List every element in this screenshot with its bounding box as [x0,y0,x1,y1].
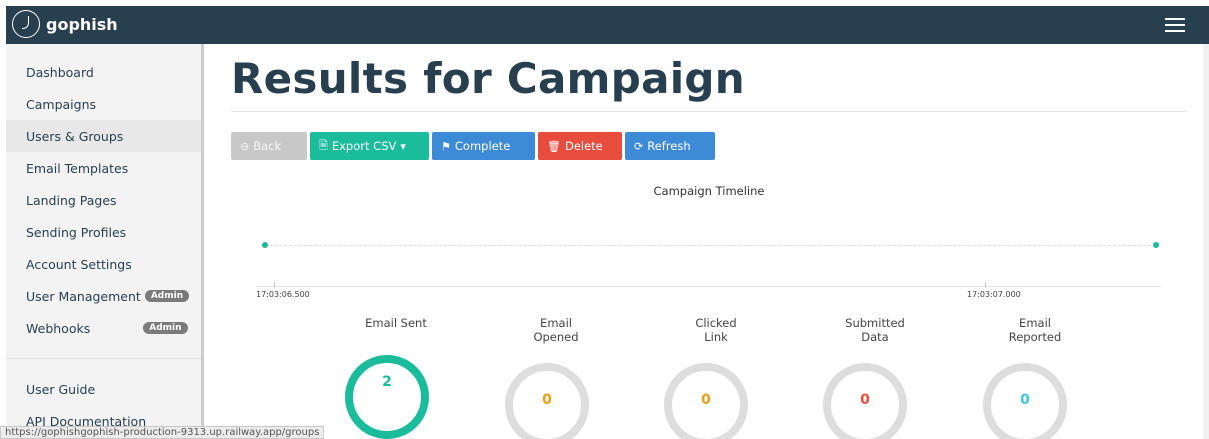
sidebar-item-label: Campaigns [26,96,97,112]
stat-label: Link [704,330,728,344]
sidebar-item-sending-profiles[interactable]: Sending Profiles [6,216,201,248]
campaign-timeline: Campaign Timeline 17:03:06.500 17:03:07.… [231,184,1187,304]
admin-badge: Admin [143,322,188,334]
brand-name: gophish [46,14,118,34]
stat-submitted-data: Submitted Data [820,316,930,350]
stat-label: Opened [533,330,579,344]
complete-button-label: Complete [454,139,511,153]
delete-button-label: Delete [564,139,603,153]
stat-email-reported: Email Reported [980,316,1090,350]
sidebar-item-label: User Management [26,288,141,304]
sidebar-item-label: Landing Pages [26,192,117,208]
stat-ring-clicked-link[interactable]: 0 [663,362,749,439]
admin-badge: Admin [144,290,190,302]
sidebar-item-label: User Guide [26,381,96,397]
back-button-label: Back [253,139,282,153]
stat-ring-submitted-data[interactable]: 0 [822,362,908,439]
stat-value: 0 [542,392,552,408]
top-navbar: gophish [6,6,1209,44]
sidebar-item-user-guide[interactable]: User Guide [6,373,201,405]
sidebar-item-email-templates[interactable]: Email Templates [6,152,201,184]
hamburger-menu-icon[interactable] [1165,18,1185,32]
stat-email-opened: Email Opened [501,316,611,350]
timeline-tick-label: 17:03:06.500 [256,282,310,299]
sidebar-item-webhooks[interactable]: Webhooks Admin [6,312,201,344]
caret-down-icon: ▾ [400,139,406,153]
stat-label: Email [1019,316,1051,330]
refresh-button-label: Refresh [647,139,691,153]
stat-label: Email [540,316,572,330]
stat-ring-email-reported[interactable]: 0 [982,362,1068,439]
back-button[interactable]: ⊖ Back [231,132,307,160]
sidebar: Dashboard Campaigns Users & Groups Email… [6,44,204,439]
stats-row: Email Sent Email Opened Clicked Link Submi… [341,316,1121,439]
stat-label: Clicked [695,316,737,330]
page-scrollbar[interactable] [1203,44,1209,439]
timeline-line [264,245,1156,246]
export-csv-button[interactable]: 🗎 Export CSV ▾ [310,132,429,160]
gophish-logo-icon [12,10,40,38]
sidebar-item-campaigns[interactable]: Campaigns [6,88,201,120]
stat-email-sent: Email Sent [341,316,451,350]
action-toolbar: ⊖ Back 🗎 Export CSV ▾ ⚑ Complete 🗑 Delet… [231,132,1187,160]
timeline-axis [256,286,1161,287]
sidebar-item-label: Account Settings [26,256,132,272]
stat-label: Data [861,330,889,344]
main-content: Results for Campaign ⊖ Back 🗎 Export CSV… [231,44,1187,439]
sidebar-item-label: Sending Profiles [26,224,127,240]
sidebar-item-user-management[interactable]: User Management Admin [6,280,201,312]
arrow-left-circle-icon: ⊖ [240,139,250,153]
stat-value: 2 [382,374,392,390]
sidebar-item-account-settings[interactable]: Account Settings [6,248,201,280]
sidebar-item-dashboard[interactable]: Dashboard [6,56,201,88]
sidebar-item-label: Dashboard [26,64,94,80]
title-divider [231,111,1187,112]
sidebar-item-label: Email Templates [26,160,129,176]
file-export-icon: 🗎 [319,138,328,152]
timeline-tick-label: 17:03:07.000 [967,282,1021,299]
refresh-button[interactable]: ⟳ Refresh [625,132,715,160]
page-title: Results for Campaign [231,54,745,103]
stat-ring-email-opened[interactable]: 0 [504,362,590,439]
stat-clicked-link: Clicked Link [661,316,771,350]
timeline-event-dot[interactable] [1153,242,1159,248]
stat-value: 0 [701,392,711,408]
stat-value: 0 [1020,392,1030,408]
export-button-label: Export CSV [331,139,397,153]
stat-value: 0 [860,392,870,408]
stat-label: Email Sent [365,316,427,330]
refresh-icon: ⟳ [634,139,644,153]
stat-ring-email-sent[interactable]: 2 [344,354,430,439]
flag-checkered-icon: ⚑ [441,139,451,153]
delete-button[interactable]: 🗑 Delete [538,132,622,160]
stat-label: Reported [1008,330,1062,344]
timeline-event-dot[interactable] [262,242,268,248]
sidebar-item-landing-pages[interactable]: Landing Pages [6,184,201,216]
timeline-title: Campaign Timeline [653,184,765,198]
sidebar-item-label: Users & Groups [26,128,124,144]
sidebar-item-label: Webhooks [26,320,91,336]
complete-button[interactable]: ⚑ Complete [432,132,535,160]
stat-label: Submitted [845,316,905,330]
trash-icon: 🗑 [547,139,561,153]
sidebar-item-users-groups[interactable]: Users & Groups [6,120,201,152]
sidebar-divider [6,358,201,359]
browser-status-bar-url: https://gophishgophish-production-9313.u… [0,426,325,439]
brand-logo-link[interactable]: gophish [12,10,118,38]
